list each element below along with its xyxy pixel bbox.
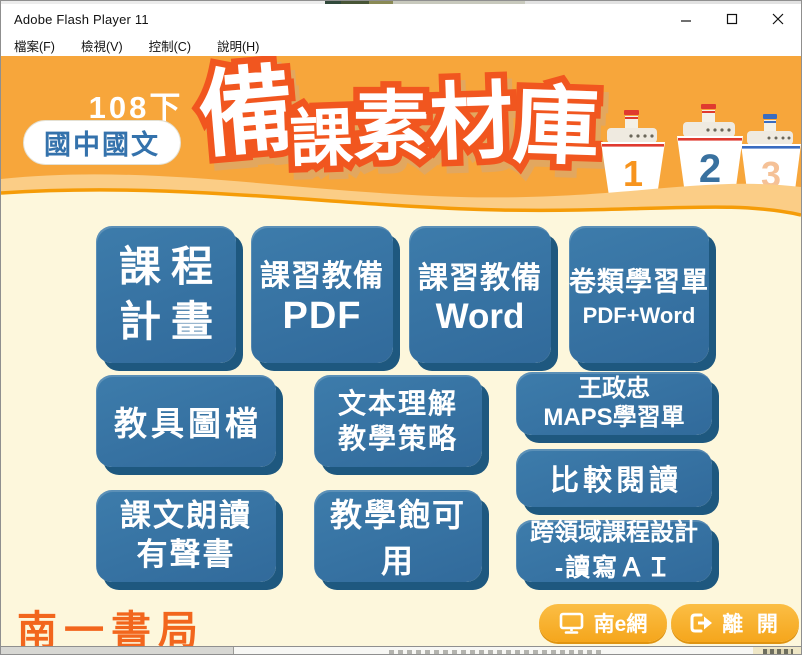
tile-worksheets[interactable]: 卷類學習單 PDF+Word bbox=[569, 226, 709, 363]
tile-textbook-word[interactable]: 課習教備 Word bbox=[409, 226, 551, 363]
tile-comparative-reading[interactable]: 比較閱讀 bbox=[516, 449, 712, 507]
nan-e-net-button[interactable]: 南e網 bbox=[539, 604, 667, 642]
tile-label: 課習教備 bbox=[260, 251, 384, 295]
tile-cross-domain-ai[interactable]: 跨領域課程設計 -讀寫ＡＩ bbox=[516, 520, 712, 582]
publisher-logo: 南一書局 bbox=[17, 598, 205, 646]
app-window: Adobe Flash Player 11 檔案(F) 檢視(V) 控制(C) … bbox=[0, 0, 802, 655]
background-window-text-fragment bbox=[389, 650, 601, 654]
title-char: 備 bbox=[195, 62, 298, 165]
exit-icon bbox=[688, 612, 714, 634]
maximize-icon bbox=[726, 13, 738, 25]
menu-bar: 檔案(F) 檢視(V) 控制(C) 說明(H) bbox=[1, 34, 801, 56]
window-controls bbox=[663, 4, 801, 34]
tile-label: PDF bbox=[283, 295, 362, 338]
tile-textbook-pdf[interactable]: 課習教備 PDF bbox=[251, 226, 393, 363]
tile-label: PDF+Word bbox=[583, 303, 696, 329]
tile-label: 教學飽可用 bbox=[314, 490, 482, 582]
menu-help[interactable]: 說明(H) bbox=[217, 36, 259, 55]
tile-maps-worksheet[interactable]: 王政忠 MAPS學習單 bbox=[516, 372, 712, 435]
tile-teaching-aids[interactable]: 教具圖檔 bbox=[96, 375, 276, 467]
title-char: 材 bbox=[428, 79, 515, 166]
tile-course-plan[interactable]: 課程 計畫 bbox=[96, 226, 236, 363]
header-wave bbox=[1, 159, 801, 231]
tile-label: 教學策略 bbox=[338, 421, 458, 456]
page-title: 備 課 素 材 庫 bbox=[199, 66, 599, 171]
close-button[interactable] bbox=[755, 4, 801, 34]
minimize-icon bbox=[680, 13, 692, 25]
flash-stage: 108下 國中國文 備 課 素 材 庫 1 bbox=[1, 56, 801, 646]
tile-label: 卷類學習單 bbox=[569, 260, 709, 299]
window-titlebar: Adobe Flash Player 11 bbox=[1, 4, 801, 34]
tile-audio-book[interactable]: 課文朗讀 有聲書 bbox=[96, 490, 276, 582]
tile-teaching-bao[interactable]: 教學飽可用 bbox=[314, 490, 482, 582]
menu-view[interactable]: 檢視(V) bbox=[81, 36, 123, 55]
tile-label: 課文朗讀 bbox=[120, 497, 252, 536]
tile-label: Word bbox=[436, 297, 525, 337]
maximize-button[interactable] bbox=[709, 4, 755, 34]
background-window-sliver bbox=[1, 646, 801, 655]
menu-file[interactable]: 檔案(F) bbox=[14, 36, 55, 55]
tile-label: 有聲書 bbox=[137, 536, 236, 575]
exit-button[interactable]: 離 開 bbox=[671, 604, 799, 642]
tile-label: MAPS學習單 bbox=[543, 404, 684, 433]
tile-label: 計畫 bbox=[119, 295, 223, 350]
window-title: Adobe Flash Player 11 bbox=[1, 12, 663, 27]
close-icon bbox=[772, 13, 784, 25]
exit-label: 離 開 bbox=[722, 608, 782, 638]
menu-control[interactable]: 控制(C) bbox=[149, 36, 191, 55]
tile-label: 課程 bbox=[119, 240, 223, 295]
tile-label: 跨領域課程設計 bbox=[530, 518, 698, 548]
nan-e-net-label: 南e網 bbox=[594, 608, 648, 638]
tile-label: 王政忠 bbox=[578, 375, 650, 404]
tile-label: 文本理解 bbox=[338, 386, 458, 421]
tile-label: 比較閱讀 bbox=[550, 457, 682, 499]
tile-label: 教具圖檔 bbox=[114, 397, 262, 445]
minimize-button[interactable] bbox=[663, 4, 709, 34]
title-char: 素 bbox=[353, 90, 429, 166]
tile-label: 課習教備 bbox=[418, 253, 542, 297]
background-window-text-fragment bbox=[763, 649, 793, 655]
tile-text-comprehension[interactable]: 文本理解 教學策略 bbox=[314, 375, 482, 467]
tile-label: -讀寫ＡＩ bbox=[555, 548, 673, 584]
monitor-icon bbox=[559, 612, 586, 635]
background-window-divider bbox=[233, 647, 234, 655]
